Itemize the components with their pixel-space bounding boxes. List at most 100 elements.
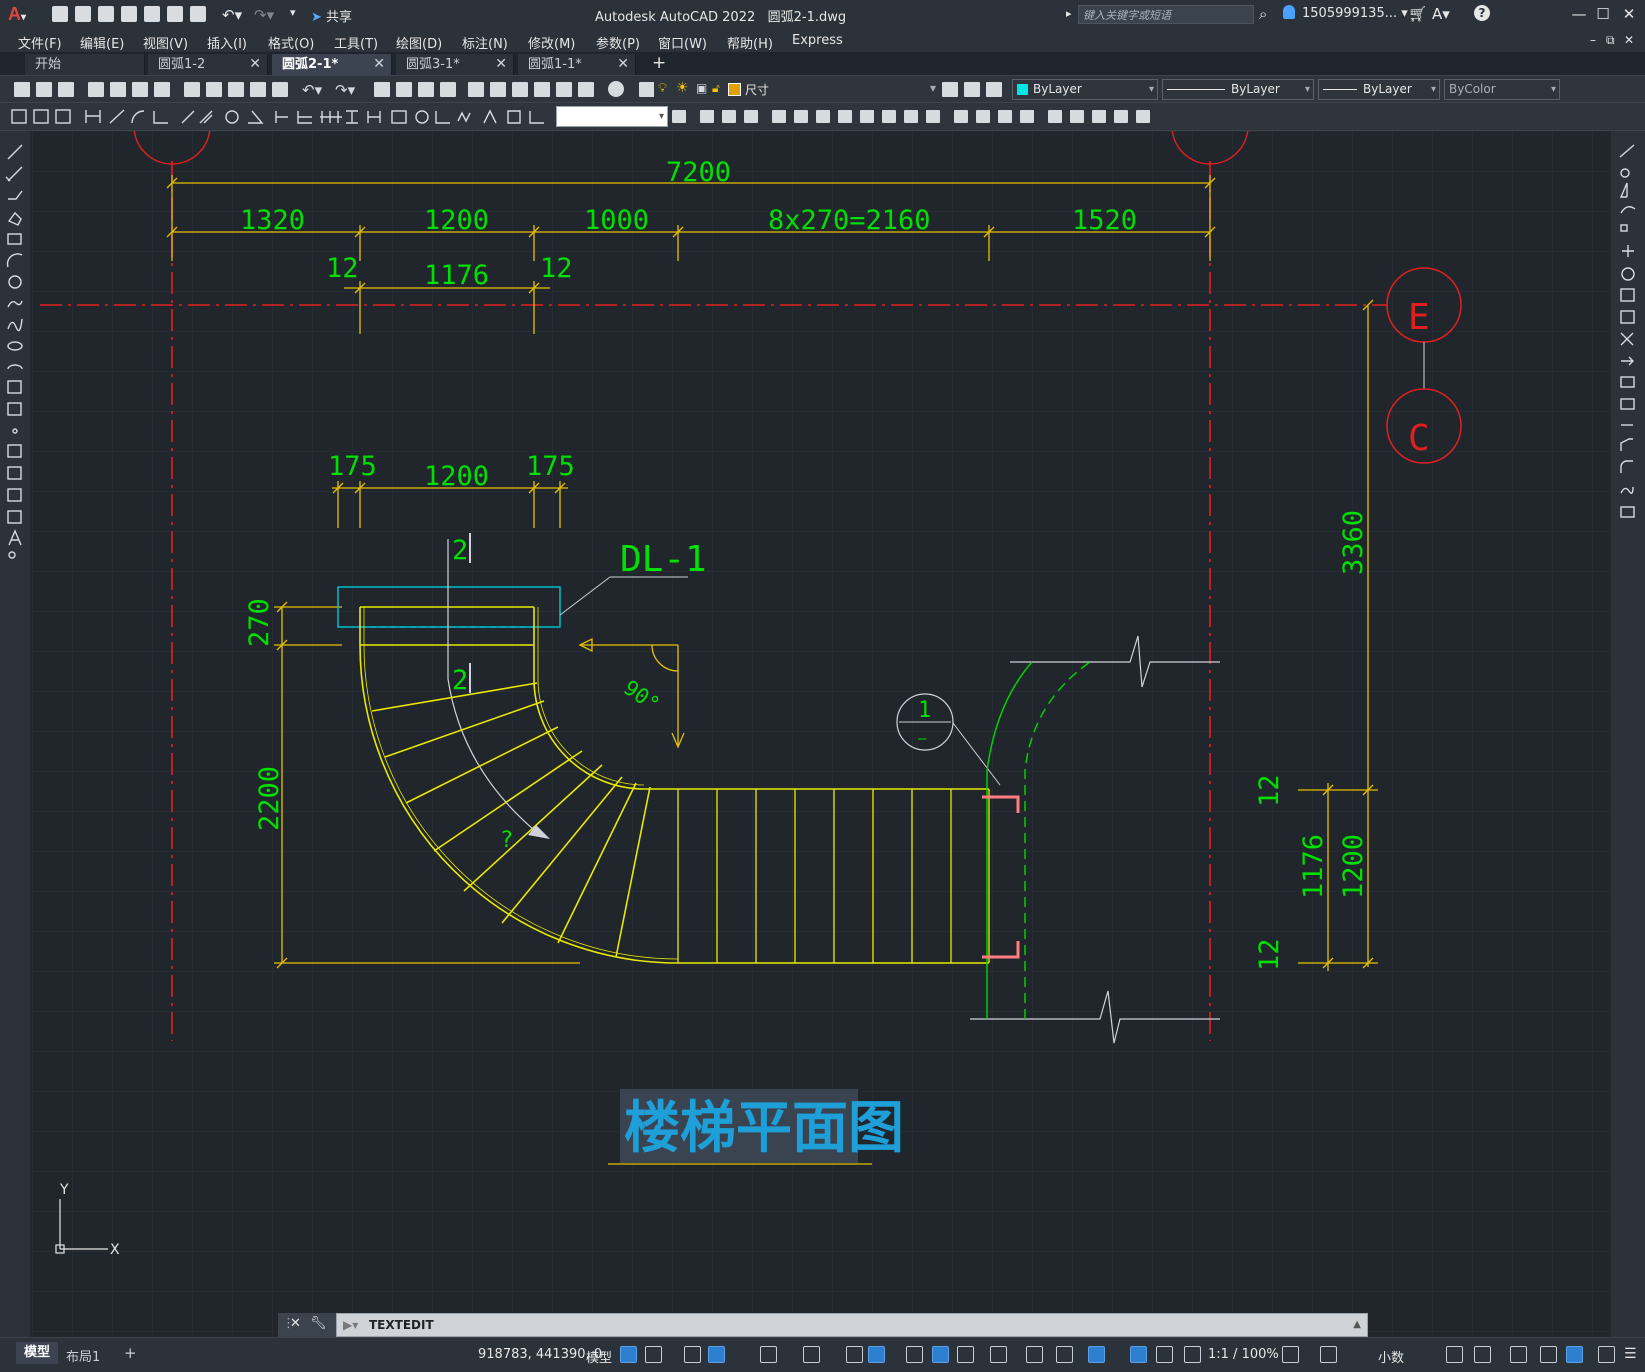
status-menu-icon[interactable]: ☰: [1624, 1346, 1637, 1362]
layout-tab-model[interactable]: 模型: [16, 1342, 58, 1364]
cmd-history-icon[interactable]: ▲: [1353, 1314, 1361, 1336]
tab-arc2-1[interactable]: 圆弧2-1* ✕: [272, 54, 392, 75]
dimstyle-control[interactable]: ▾: [556, 106, 668, 127]
save-as-icon[interactable]: [121, 6, 137, 22]
color-control[interactable]: ByLayer ▾: [1012, 79, 1158, 100]
isolate-objects-icon[interactable]: [1510, 1346, 1527, 1363]
save-web-icon[interactable]: [167, 6, 183, 22]
menu-format[interactable]: 格式(O): [268, 33, 314, 52]
coordinate-readout[interactable]: 918783, 441390, 0: [478, 1347, 602, 1362]
workspace-gear-icon[interactable]: [1282, 1346, 1299, 1363]
tab-arc1-1[interactable]: 圆弧1-1* ✕: [518, 54, 636, 75]
auto-scale-icon[interactable]: [1156, 1346, 1173, 1363]
customize-qat-icon[interactable]: ▾: [290, 6, 300, 22]
menu-tools[interactable]: 工具(T): [334, 33, 378, 52]
graphics-performance-icon[interactable]: [1540, 1346, 1557, 1363]
menu-draw[interactable]: 绘图(D): [396, 33, 442, 52]
layer-tools-icons[interactable]: [942, 76, 1012, 103]
quick-properties-icon[interactable]: [1446, 1346, 1463, 1363]
search-expand-icon[interactable]: ▸: [1066, 7, 1072, 20]
close-button[interactable]: ✕: [1618, 4, 1640, 24]
tab-arc3-1[interactable]: 圆弧3-1* ✕: [396, 54, 514, 75]
doc-close-button[interactable]: ✕: [1624, 33, 1634, 47]
new-tab-button[interactable]: +: [652, 53, 666, 73]
help-icon[interactable]: ?: [1474, 5, 1490, 21]
menu-edit[interactable]: 编辑(E): [80, 33, 124, 52]
clean-screen-icon[interactable]: [1566, 1346, 1583, 1363]
save-icon[interactable]: [98, 6, 114, 22]
3d-osnap-icon[interactable]: [990, 1346, 1007, 1363]
tab-close-icon[interactable]: ✕: [495, 54, 507, 75]
share-button[interactable]: ➤ 共享: [311, 6, 352, 25]
grid-toggle-icon[interactable]: [620, 1346, 637, 1363]
ortho-toggle-icon[interactable]: [708, 1346, 725, 1363]
drawing-canvas[interactable]: 7200 1320 1200 1000 8x270=2160 1520 12 1…: [32, 131, 1610, 1337]
customize-status-icon[interactable]: [1598, 1346, 1615, 1363]
tab-close-icon[interactable]: ✕: [617, 54, 629, 75]
open-folder-icon[interactable]: [75, 6, 91, 22]
layout-tab-layout1[interactable]: 布局1: [66, 1346, 100, 1365]
autodesk-apps-icon[interactable]: A▾: [1432, 5, 1450, 23]
command-input[interactable]: ▶▾ TEXTEDIT ▲: [336, 1313, 1368, 1337]
gizmo-icon[interactable]: [1088, 1346, 1105, 1363]
annotation-visibility-icon[interactable]: [1130, 1346, 1147, 1363]
search-input[interactable]: 键入关键字或短语: [1078, 5, 1254, 24]
plot-icon[interactable]: [190, 6, 206, 22]
modify-toolbar-icons[interactable]: [670, 103, 1150, 130]
lineweight-toggle-icon[interactable]: [906, 1346, 923, 1363]
lock-ui-icon[interactable]: [1474, 1346, 1491, 1363]
tab-close-icon[interactable]: ✕: [249, 54, 261, 75]
menu-file[interactable]: 文件(F): [18, 33, 62, 52]
cad-drawing[interactable]: 7200 1320 1200 1000 8x270=2160 1520 12 1…: [32, 131, 1610, 1337]
standard-toolbar-icons[interactable]: ↶▾ ↷▾: [0, 76, 680, 103]
new-file-icon[interactable]: [52, 6, 68, 22]
transparency-icon[interactable]: [932, 1346, 949, 1363]
plan-title[interactable]: 楼梯平面图: [624, 1096, 904, 1161]
menu-modify[interactable]: 修改(M): [528, 33, 575, 52]
cmd-recent-icon[interactable]: ▶▾: [343, 1314, 358, 1336]
menu-parametric[interactable]: 参数(P): [596, 33, 640, 52]
draw-toolbar-icons[interactable]: [0, 137, 30, 597]
modify-toolbar-side-icons[interactable]: [1611, 137, 1645, 527]
model-space-toggle[interactable]: 模型: [586, 1347, 612, 1366]
annotation-scale-icon[interactable]: [1184, 1346, 1201, 1363]
selection-filter-icon[interactable]: [1056, 1346, 1073, 1363]
cart-icon[interactable]: 🛒︎: [1408, 5, 1427, 23]
isometric-icon[interactable]: [803, 1346, 820, 1363]
open-web-icon[interactable]: [144, 6, 160, 22]
polar-tracking-icon[interactable]: [760, 1346, 777, 1363]
object-snap-icon[interactable]: [868, 1346, 885, 1363]
tab-start[interactable]: 开始: [25, 54, 145, 75]
cmd-customize-icon[interactable]: 🔧︎: [310, 1316, 327, 1331]
annotation-scale-value[interactable]: 1:1 / 100%: [1208, 1347, 1279, 1362]
menu-window[interactable]: 窗口(W): [658, 33, 707, 52]
cmd-close-icon[interactable]: ✕: [290, 1316, 301, 1331]
plotstyle-control[interactable]: ByColor ▾: [1444, 79, 1560, 100]
autocad-app-icon[interactable]: A▾: [8, 4, 26, 25]
doc-minimize-button[interactable]: –: [1590, 33, 1596, 47]
snap-toggle-icon[interactable]: [645, 1346, 662, 1363]
dynamic-ucs-icon[interactable]: [1026, 1346, 1043, 1363]
menu-express[interactable]: Express: [792, 33, 843, 48]
linetype-control[interactable]: ByLayer ▾: [1162, 79, 1314, 100]
redo-icon[interactable]: ↷▾: [254, 6, 276, 24]
selection-cycling-icon[interactable]: [957, 1346, 974, 1363]
layer-control[interactable]: 💡︎ ☀ ▣ 🔓︎ 尺寸 ▾: [654, 79, 940, 99]
units-value[interactable]: 小数: [1378, 1347, 1404, 1366]
annotation-monitor-icon[interactable]: [1320, 1346, 1337, 1363]
lineweight-control[interactable]: ByLayer ▾: [1318, 79, 1440, 100]
minimize-button[interactable]: —: [1568, 4, 1590, 24]
maximize-button[interactable]: ☐: [1592, 4, 1614, 24]
menu-help[interactable]: 帮助(H): [727, 33, 773, 52]
user-account[interactable]: 1505999135... ▾: [1302, 6, 1408, 21]
menu-insert[interactable]: 插入(I): [207, 33, 247, 52]
menu-dimension[interactable]: 标注(N): [462, 33, 508, 52]
doc-restore-button[interactable]: ⧉: [1606, 33, 1615, 48]
tab-arc1-2[interactable]: 圆弧1-2 ✕: [148, 54, 268, 75]
menu-view[interactable]: 视图(V): [143, 33, 188, 52]
infer-constraints-icon[interactable]: [684, 1346, 701, 1363]
tab-close-icon[interactable]: ✕: [373, 54, 385, 75]
object-snap-tracking-icon[interactable]: [846, 1346, 863, 1363]
layout-tab-add[interactable]: +: [124, 1344, 137, 1362]
undo-icon[interactable]: ↶▾: [222, 6, 244, 24]
